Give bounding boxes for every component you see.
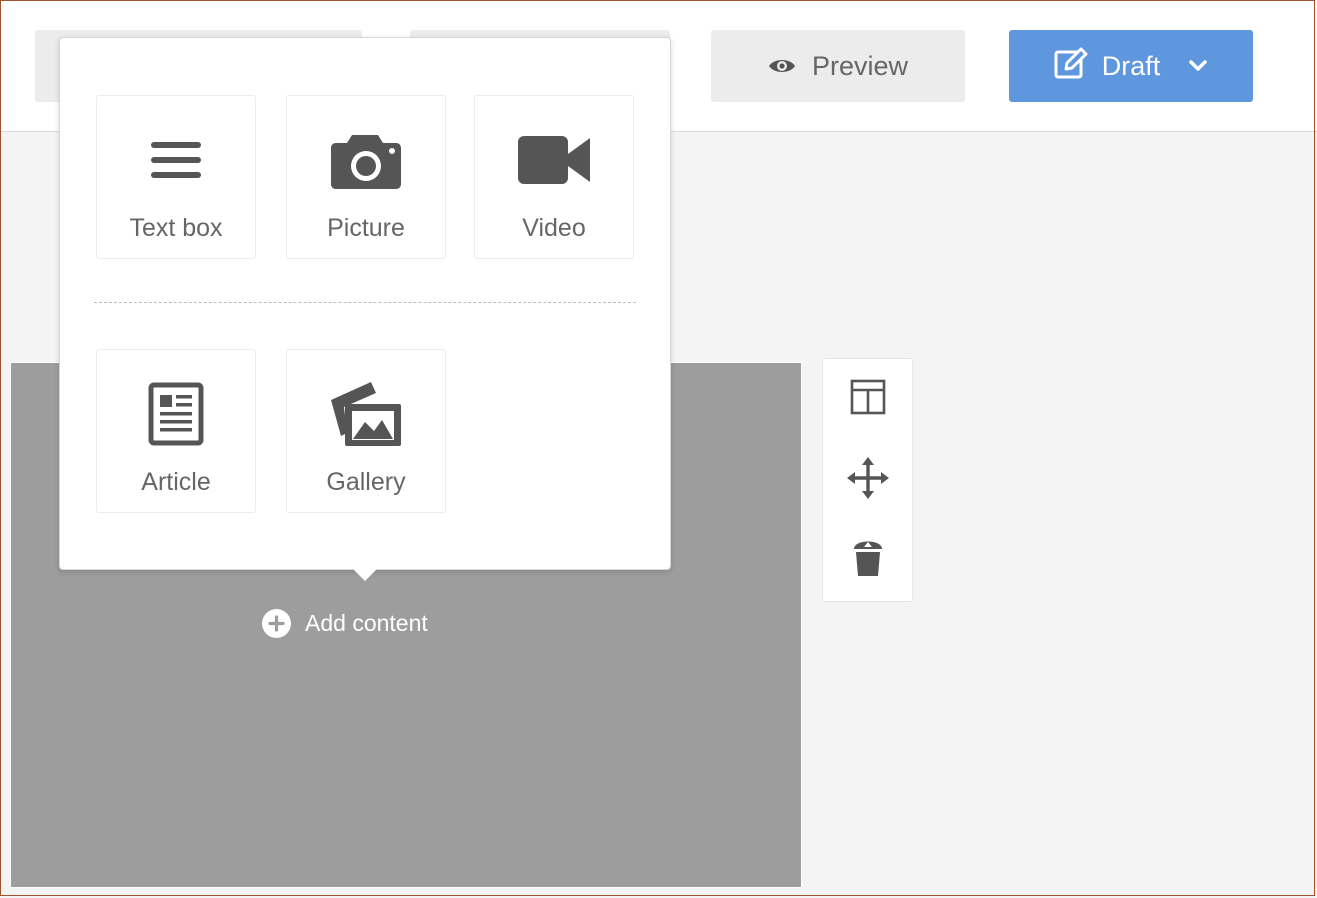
- add-content-menu: Text box Picture Video Article Gallery: [59, 37, 671, 570]
- add-content-label: Add content: [305, 610, 428, 636]
- edit-icon: [1054, 47, 1088, 86]
- move-icon: [846, 456, 890, 505]
- chevron-down-icon[interactable]: [1188, 59, 1208, 73]
- layout-button[interactable]: [823, 369, 912, 429]
- move-button[interactable]: [823, 450, 912, 510]
- menu-item-label: Text box: [129, 214, 223, 242]
- preview-label: Preview: [811, 50, 909, 81]
- menu-item-label: Picture: [327, 214, 405, 242]
- preview-button[interactable]: Preview: [711, 30, 965, 102]
- text-lines-icon: [97, 128, 255, 192]
- draft-button[interactable]: Draft: [1009, 30, 1253, 102]
- eye-icon: [768, 51, 796, 82]
- menu-item-gallery[interactable]: Gallery: [286, 349, 446, 513]
- article-icon: [97, 382, 255, 446]
- draft-label: Draft: [1101, 50, 1161, 81]
- menu-item-picture[interactable]: Picture: [286, 95, 446, 259]
- menu-pointer: [353, 569, 377, 581]
- menu-item-label: Gallery: [326, 468, 406, 496]
- layout-icon: [850, 379, 886, 420]
- gallery-icon: [287, 382, 445, 446]
- menu-item-article[interactable]: Article: [96, 349, 256, 513]
- menu-item-video[interactable]: Video: [474, 95, 634, 259]
- plus-circle-icon: [262, 609, 291, 638]
- menu-item-label: Video: [522, 214, 586, 242]
- trash-icon: [851, 536, 885, 583]
- camera-icon: [287, 128, 445, 192]
- menu-separator: [94, 302, 636, 303]
- add-content-button[interactable]: Add content: [262, 609, 428, 638]
- menu-item-label: Article: [141, 468, 211, 496]
- menu-item-text-box[interactable]: Text box: [96, 95, 256, 259]
- delete-button[interactable]: [823, 529, 912, 589]
- block-toolbar: [822, 358, 913, 602]
- video-camera-icon: [475, 128, 633, 192]
